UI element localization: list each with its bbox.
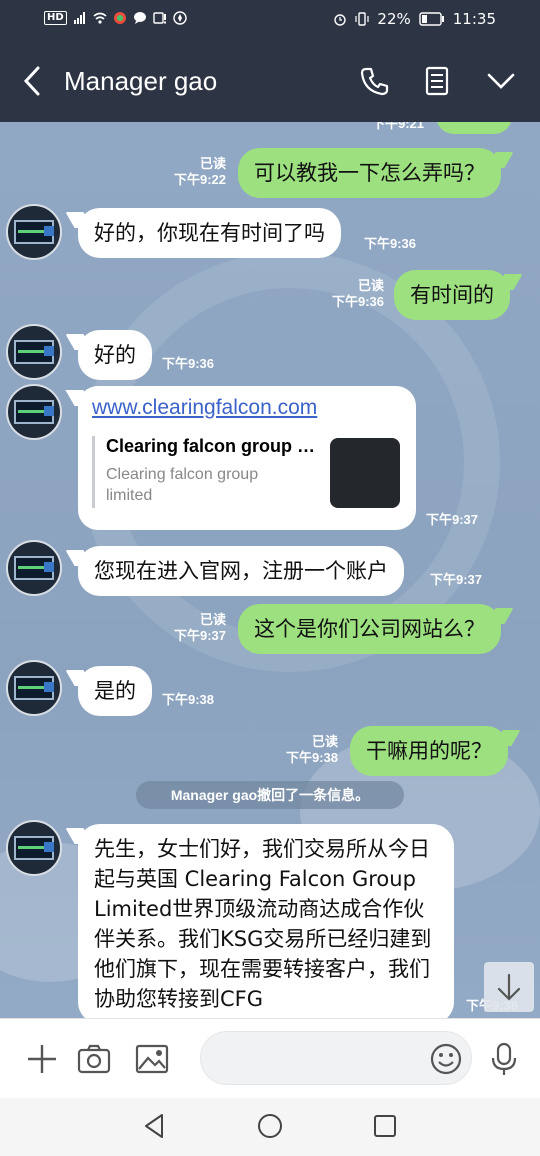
back-triangle-icon[interactable]: [140, 1111, 170, 1141]
read-receipt: 已读: [311, 734, 338, 749]
chat-header: Manager gao: [0, 40, 540, 122]
home-circle-icon[interactable]: [255, 1111, 285, 1141]
status-right: 22% 11:35: [333, 10, 496, 28]
message-bubble-in[interactable]: 您现在进入官网，注册一个账户: [78, 546, 404, 596]
message-meta: 已读 下午9:37: [160, 612, 226, 644]
emoji-icon[interactable]: [428, 1041, 464, 1077]
back-icon[interactable]: [18, 64, 48, 98]
message-time: 下午9:36: [162, 356, 215, 371]
avatar[interactable]: [6, 820, 62, 876]
clock: 11:35: [452, 10, 496, 28]
status-left-icons: HD: [44, 11, 187, 25]
message-bubble-in[interactable]: 好的: [78, 330, 152, 380]
message-time: 下午9:36: [331, 294, 384, 309]
message-bubble-in[interactable]: 是的: [78, 666, 152, 716]
message-time: 下午9:38: [162, 692, 215, 707]
message-meta: 已读 下午9:22: [160, 156, 226, 188]
read-receipt: 已读: [199, 612, 226, 627]
signal-icon: [73, 12, 85, 24]
status-bar: HD 22% 11:35: [0, 0, 540, 40]
recall-notice: Manager gao撤回了一条信息。: [136, 781, 404, 809]
message-meta: 已读 下午9:36: [318, 278, 384, 310]
notes-icon[interactable]: [420, 64, 454, 98]
link-preview-bar: [92, 436, 95, 508]
app-icon: [113, 12, 126, 24]
avatar[interactable]: [6, 324, 62, 380]
arrow-down-icon: [497, 973, 521, 1001]
message-time: 下午9:37: [173, 628, 226, 643]
input-bar: [0, 1018, 540, 1098]
avatar[interactable]: [6, 540, 62, 596]
message-bubble-out[interactable]: 这个是你们公司网站么？: [238, 604, 501, 654]
message-time: 下午9:21: [371, 122, 424, 131]
alert-icon: [152, 12, 166, 24]
read-receipt: 已读: [199, 156, 226, 171]
read-receipt: 已读: [357, 278, 384, 293]
system-nav-bar: [0, 1098, 540, 1156]
message-time: 下午9:36: [364, 236, 417, 251]
compass-icon: [172, 11, 187, 25]
link-url[interactable]: www.clearingfalcon.com: [92, 396, 317, 420]
plus-icon[interactable]: [24, 1041, 60, 1077]
page-title: Manager gao: [64, 66, 218, 96]
scroll-to-bottom-button[interactable]: [484, 962, 534, 1012]
message-meta: 已读 下午9:38: [272, 734, 338, 766]
battery-icon: [419, 12, 444, 26]
phone-icon[interactable]: [358, 64, 392, 98]
message-time: 下午9:38: [285, 750, 338, 765]
vibrate-icon: [355, 12, 370, 26]
message-bubble-out[interactable]: 干嘛用的呢？: [350, 726, 508, 776]
hd-icon: HD: [44, 11, 67, 25]
microphone-icon[interactable]: [486, 1041, 522, 1077]
avatar[interactable]: [6, 204, 62, 260]
message-bubble-in[interactable]: 先生，女士们好，我们交易所从今日起与英国 Clearing Falcon Gro…: [78, 824, 454, 1018]
link-thumbnail: [330, 438, 400, 508]
chevron-down-icon[interactable]: [484, 64, 518, 98]
battery-percent: 22%: [377, 10, 411, 28]
image-icon[interactable]: [134, 1041, 170, 1077]
avatar[interactable]: [6, 384, 62, 440]
message-bubble-out[interactable]: 可以教我一下怎么弄吗？: [238, 148, 501, 198]
recents-square-icon[interactable]: [370, 1111, 400, 1141]
chat-icon: [133, 12, 146, 24]
avatar[interactable]: [6, 660, 62, 716]
link-description: Clearing falcon group limited: [106, 466, 259, 504]
link-title: Clearing falcon group limited: [106, 436, 316, 456]
message-bubble-in[interactable]: 好的，你现在有时间了吗: [78, 208, 341, 258]
message-bubble-out[interactable]: 有时间的: [394, 270, 510, 320]
chat-area[interactable]: 下午9:21 已读 下午9:22 可以教我一下怎么弄吗？ 好的，你现在有时间了吗…: [0, 122, 540, 1018]
alarm-icon: [334, 14, 347, 26]
wifi-icon: [93, 12, 107, 24]
link-preview-card[interactable]: www.clearingfalcon.com Clearing falcon g…: [78, 386, 416, 530]
message-time: 下午9:37: [426, 512, 479, 527]
camera-icon[interactable]: [76, 1041, 112, 1077]
message-time: 下午9:37: [430, 572, 483, 587]
message-time: 下午9:22: [173, 172, 226, 187]
message-bubble-out[interactable]: [436, 122, 512, 134]
